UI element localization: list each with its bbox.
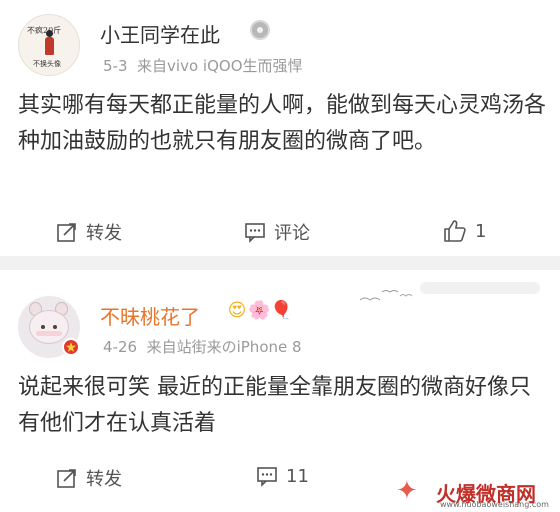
avatar[interactable]: 不疯20斤 不换头像 [18, 14, 80, 76]
comment-icon [257, 467, 277, 487]
like-button[interactable]: 1 [443, 219, 486, 243]
repost-button[interactable]: 转发 [56, 219, 122, 245]
username-emojis: 😍🌸🎈 [226, 300, 293, 321]
repost-label: 转发 [86, 469, 122, 490]
repost-icon [57, 223, 76, 242]
like-count: 1 [475, 220, 487, 242]
avatar-caption-top: 不疯20斤 [27, 26, 62, 35]
thumbs-up-icon [444, 220, 466, 242]
comment-button[interactable]: 11 [256, 465, 309, 487]
comment-label: 评论 [274, 223, 310, 244]
avatar-eye-right [53, 325, 57, 329]
comment-icon [245, 223, 265, 243]
avatar-figure [45, 30, 54, 55]
avatar-face [29, 310, 69, 344]
repost-label: 转发 [86, 223, 122, 244]
repost-button[interactable]: 转发 [56, 465, 122, 491]
weibo-post-1: 不疯20斤 不换头像 小王同学在此 5-3 来自vivo iQOO生而强悍 其实… [0, 0, 560, 256]
watermark-url: www.huobaoweishang.com [440, 500, 549, 509]
username[interactable]: 不昧桃花了 [100, 301, 200, 330]
watermark: ✦ 火爆微商网 www.huobaoweishang.com [396, 476, 556, 510]
blossom-emoji-icon: 🌸 [248, 300, 271, 321]
post-source: 来自vivo iQOO生而强悍 [137, 57, 303, 75]
medal-icon[interactable] [250, 20, 270, 40]
balloon-emoji-icon: 🎈 [270, 300, 293, 321]
post-source: 来自站街来のiPhone 8 [146, 338, 302, 356]
comment-button[interactable]: 评论 [244, 219, 310, 245]
post-date: 5-3 [103, 57, 128, 75]
watermark-logo-icon: ✦ [396, 476, 418, 506]
post-separator [0, 256, 560, 270]
post-text: 其实哪有每天都正能量的人啊，能做到每天心灵鸡汤各种加油鼓励的也就只有朋友圈的微商… [18, 93, 547, 154]
heart-eyes-emoji-icon: 😍 [227, 300, 247, 321]
verified-badge-icon [62, 338, 80, 356]
avatar-eye-left [41, 325, 45, 329]
post-meta: 5-3 来自vivo iQOO生而强悍 [103, 55, 303, 76]
repost-icon [57, 469, 76, 488]
comment-count: 11 [286, 465, 309, 487]
post-date: 4-26 [103, 338, 138, 356]
post-text: 说起来很可笑 最近的正能量全靠朋友圈的微商好像只有他们才在认真活着 [18, 375, 531, 436]
post-meta: 4-26 来自站街来のiPhone 8 [103, 336, 302, 357]
username[interactable]: 小王同学在此 [100, 19, 220, 48]
avatar-cheek [36, 331, 62, 336]
avatar-caption-bottom: 不换头像 [33, 60, 61, 68]
birds-decoration [360, 282, 540, 301]
